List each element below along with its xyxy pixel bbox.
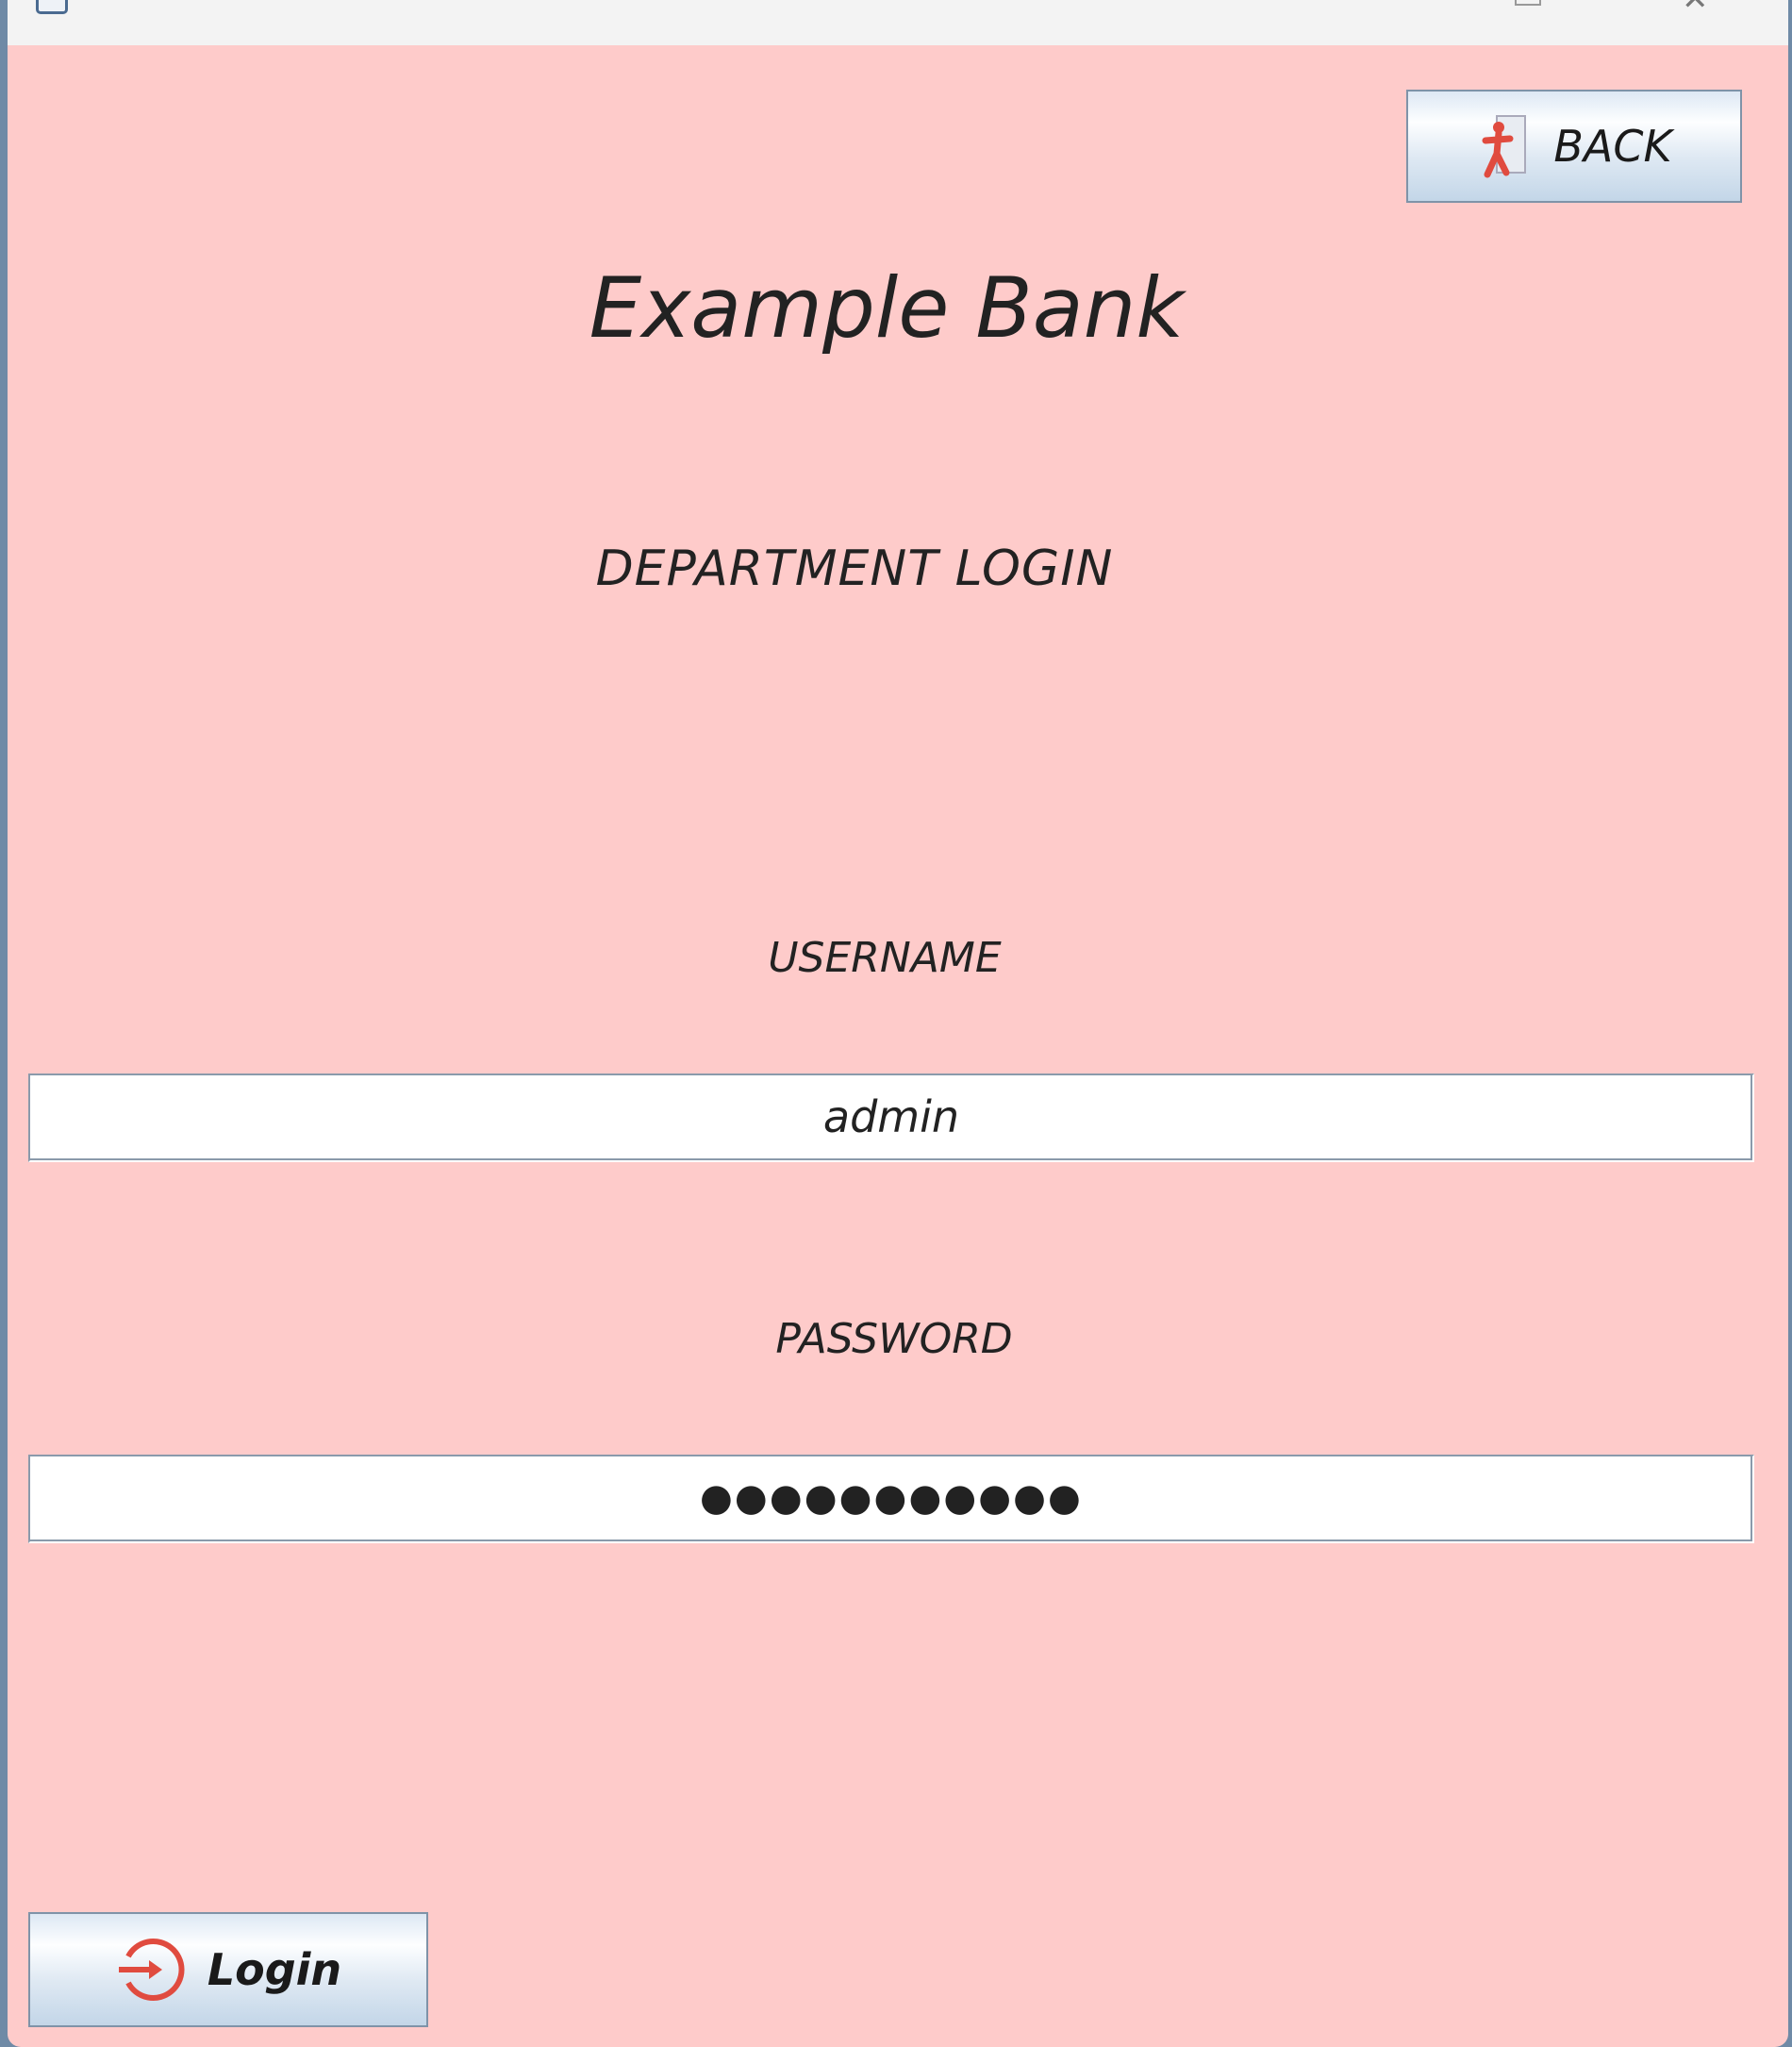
app-window: ✕ BACK Example Bank DEPARTMENT LOGIN USE… — [8, 0, 1788, 2047]
app-icon — [36, 0, 68, 14]
password-label: PASSWORD — [775, 1315, 1013, 1363]
login-button-label: Login — [207, 1944, 342, 1995]
login-button[interactable]: Login — [28, 1912, 428, 2027]
exit-door-icon — [1482, 115, 1527, 178]
back-button-label: BACK — [1553, 121, 1672, 172]
close-icon[interactable]: ✕ — [1682, 0, 1709, 15]
back-button[interactable]: BACK — [1406, 90, 1742, 203]
title-bar: ✕ — [8, 0, 1788, 45]
page-title: Example Bank — [589, 259, 1185, 357]
username-input[interactable]: admin — [28, 1073, 1754, 1162]
login-arrow-icon — [118, 1939, 185, 2001]
page-subtitle: DEPARTMENT LOGIN — [595, 541, 1114, 597]
password-input[interactable]: ●●●●●●●●●●● — [28, 1455, 1754, 1543]
username-label: USERNAME — [768, 934, 1002, 982]
maximize-icon[interactable] — [1515, 0, 1541, 6]
